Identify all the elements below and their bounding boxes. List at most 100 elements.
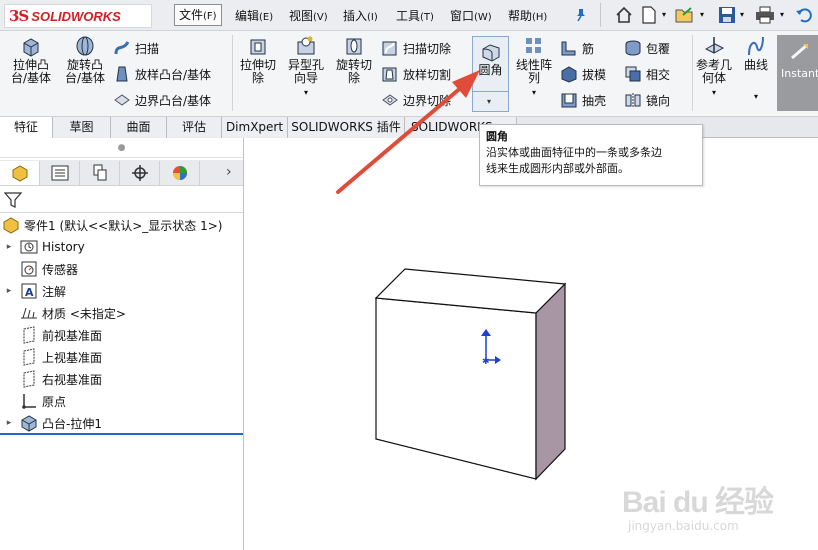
menu-window-key: (W) [474, 12, 492, 23]
linear-pattern-label: 线性阵 列 [515, 58, 552, 85]
tree-item[interactable]: 材质 <未指定> [0, 302, 126, 324]
tree-item[interactable]: 前视基准面 [0, 324, 102, 346]
part-side-face[interactable] [535, 282, 566, 481]
ribbon-separator [232, 35, 233, 111]
expand-arrow-icon[interactable]: ▸ [4, 286, 14, 296]
tab-evaluate[interactable]: 评估 [167, 117, 222, 138]
expand-arrow-icon[interactable]: ▸ [4, 242, 14, 252]
open-folder-icon[interactable] [674, 4, 696, 26]
mirror-button[interactable]: 镜向 [624, 89, 670, 111]
chevron-down-icon[interactable]: ▾ [662, 10, 666, 19]
filter-icon[interactable] [4, 191, 22, 209]
reference-geometry-button[interactable]: 参考几 何体 ▾ [694, 35, 734, 99]
chevron-down-icon[interactable]: ▾ [740, 10, 744, 19]
tree-root-part[interactable]: 零件1 (默认<<默认>_显示状态 1>) [0, 214, 222, 236]
chevron-down-icon[interactable]: ▾ [780, 10, 784, 19]
menu-window[interactable]: 窗口(W) [446, 6, 496, 26]
origin-icon [20, 392, 38, 410]
linear-pattern-button[interactable]: 线性阵 列 ▾ [512, 35, 556, 99]
intersect-button[interactable]: 相交 [624, 63, 670, 85]
menu-tools[interactable]: 工具(T) [392, 6, 438, 26]
tree-filter[interactable] [0, 187, 243, 213]
extrude-cut-label: 拉伸切 除 [239, 58, 276, 85]
boundary-boss-button[interactable]: 边界凸台/基体 [113, 89, 211, 111]
tooltip-title: 圆角 [486, 130, 508, 143]
hole-wizard-icon [295, 35, 317, 57]
extrude-boss-label: 拉伸凸 台/基体 [10, 58, 52, 85]
curves-button[interactable]: 曲线 ▾ [738, 35, 774, 103]
menu-file-key: (F) [203, 11, 217, 22]
home-icon[interactable] [613, 4, 635, 26]
menu-insert[interactable]: 插入(I) [339, 6, 382, 26]
property-manager-tab[interactable] [40, 161, 80, 185]
print-icon[interactable] [754, 4, 776, 26]
tab-sketch[interactable]: 草图 [53, 117, 111, 138]
tree-item[interactable]: 上视基准面 [0, 346, 102, 368]
menu-help[interactable]: 帮助(H) [504, 6, 551, 26]
loft-boss-button[interactable]: 放样凸台/基体 [113, 63, 211, 85]
rib-button[interactable]: 筋 [560, 37, 594, 59]
menu-file[interactable]: 文件(F) [174, 4, 222, 26]
revolve-boss-button[interactable]: 旋转凸 台/基体 [60, 35, 110, 85]
menu-bar: 3S SOLIDWORKS 文件(F) 编辑(E) 视图(V) 插入(I) 工具… [0, 0, 818, 31]
menu-tools-label: 工具 [396, 9, 421, 23]
tab-features[interactable]: 特征 [0, 117, 53, 138]
display-manager-tab[interactable] [160, 161, 200, 185]
expand-arrow-icon[interactable]: ▸ [4, 418, 14, 428]
instant3d-button[interactable]: Instant3D [777, 35, 818, 111]
feature-manager-tab[interactable] [0, 161, 40, 185]
menu-edit-key: (E) [259, 12, 274, 23]
pin-icon[interactable] [570, 4, 592, 26]
revolve-boss-icon [74, 35, 96, 57]
tree-item[interactable]: ▸ A 注解 [0, 280, 66, 302]
undo-icon[interactable] [793, 4, 815, 26]
save-icon[interactable] [716, 4, 738, 26]
panel-grip-handle[interactable]: ● [0, 138, 243, 158]
menu-insert-key: (I) [367, 12, 378, 23]
chevron-down-icon[interactable]: ▾ [512, 86, 556, 99]
hole-wizard-button[interactable]: 异型孔 向导 ▾ [284, 35, 328, 99]
tree-item[interactable]: 原点 [0, 390, 66, 412]
swept-cut-button[interactable]: 扫描切除 [381, 37, 451, 59]
svg-text:✱: ✱ [482, 357, 490, 367]
menu-view-label: 视图 [289, 9, 314, 23]
intersect-label: 相交 [646, 67, 671, 82]
linear-pattern-icon [523, 35, 545, 57]
part-front-face[interactable] [375, 297, 537, 480]
menu-view[interactable]: 视图(V) [285, 6, 332, 26]
chevron-down-icon[interactable]: ▾ [738, 90, 774, 103]
draft-button[interactable]: 拔模 [560, 63, 606, 85]
tab-surfaces[interactable]: 曲面 [111, 117, 167, 138]
chevron-down-icon[interactable]: ▾ [700, 10, 704, 19]
configuration-manager-tab[interactable] [80, 161, 120, 185]
tree-item[interactable]: 传感器 [0, 258, 78, 280]
tree-item-label: 材质 <未指定> [42, 306, 126, 321]
chevron-down-icon[interactable]: ▾ [284, 86, 328, 99]
tree-item-label: 前视基准面 [42, 328, 103, 343]
solidworks-logo[interactable]: 3S SOLIDWORKS [4, 4, 152, 28]
extrude-cut-button[interactable]: 拉伸切 除 [236, 35, 280, 85]
watermark-brand: Bai du 经验 [622, 486, 774, 519]
menu-edit-label: 编辑 [235, 9, 260, 23]
new-document-icon[interactable] [638, 4, 660, 26]
tooltip-description-line1: 沿实体或曲面特征中的一条或多条边 [486, 146, 662, 159]
history-icon [20, 238, 38, 256]
tree-item[interactable]: ▸ History [0, 236, 85, 258]
extrude-boss-button[interactable]: 拉伸凸 台/基体 [6, 35, 56, 85]
chevron-right-icon[interactable]: › [226, 164, 232, 180]
rollback-bar[interactable] [0, 433, 243, 435]
shell-label: 抽壳 [582, 93, 607, 108]
sensor-icon [20, 260, 38, 278]
loft-boss-label: 放样凸台/基体 [135, 67, 212, 82]
sweep-button[interactable]: 扫描 [113, 37, 159, 59]
shell-button[interactable]: 抽壳 [560, 89, 606, 111]
menu-edit[interactable]: 编辑(E) [231, 6, 277, 26]
plane-icon [20, 326, 38, 344]
baidu-watermark: Bai du 经验 jingyan.baidu.com [622, 477, 812, 543]
tree-item[interactable]: 右视基准面 [0, 368, 102, 390]
tree-item[interactable]: ▸ 凸台-拉伸1 [0, 412, 102, 434]
dimxpert-manager-tab[interactable] [120, 161, 160, 185]
tab-dimxpert[interactable]: DimXpert [222, 117, 288, 138]
chevron-down-icon[interactable]: ▾ [694, 86, 734, 99]
wrap-button[interactable]: 包覆 [624, 37, 670, 59]
